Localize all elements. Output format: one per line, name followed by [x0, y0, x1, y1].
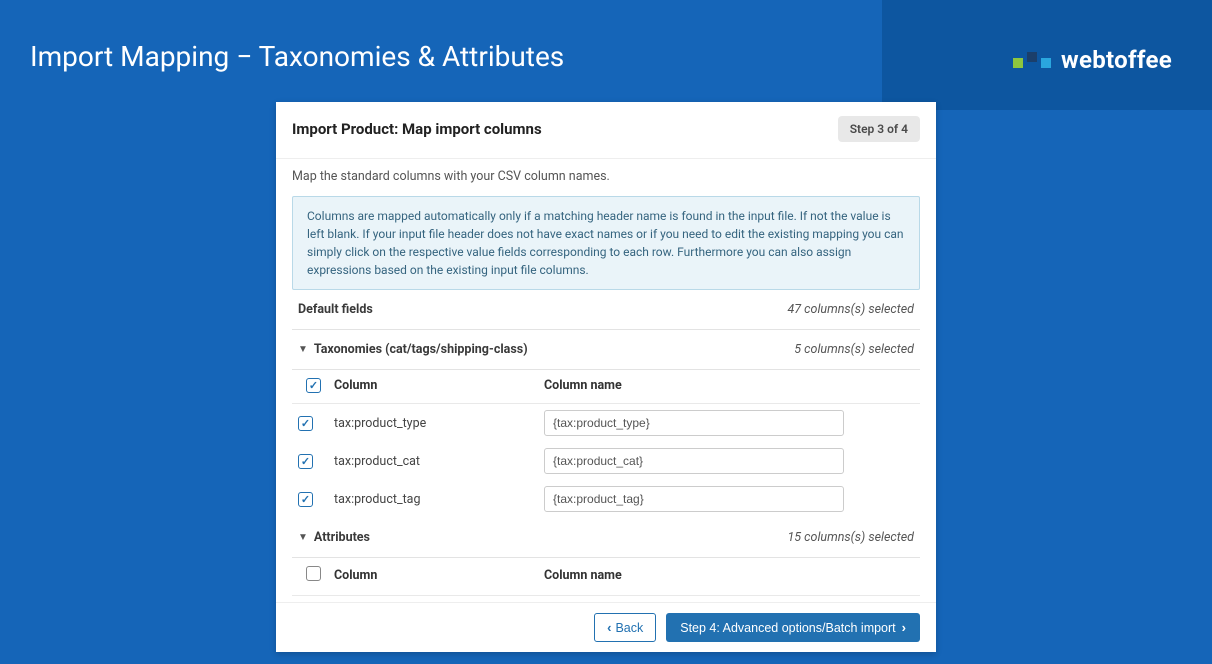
table-row: tax:product_tag: [292, 480, 920, 518]
section-attributes[interactable]: ▼ Attributes 15 columns(s) selected: [292, 518, 920, 558]
attributes-select-all-checkbox[interactable]: [306, 566, 321, 581]
back-button[interactable]: ‹ Back: [594, 613, 656, 642]
panel-footer: ‹ Back Step 4: Advanced options/Batch im…: [276, 602, 936, 652]
panel-header: Import Product: Map import columns Step …: [276, 102, 936, 159]
section-default-fields[interactable]: Default fields 47 columns(s) selected: [292, 294, 920, 330]
chevron-right-icon: ›: [902, 620, 906, 635]
section-attributes-count: 15 columns(s) selected: [787, 530, 914, 545]
brand-logo: webtoffee: [1013, 46, 1172, 74]
attributes-header-row: Column Column name: [292, 558, 920, 596]
row-checkbox[interactable]: [298, 416, 313, 431]
caret-down-icon: ▼: [298, 532, 308, 543]
panel-subtitle: Map the standard columns with your CSV c…: [276, 159, 936, 196]
row-value-input[interactable]: [544, 448, 844, 474]
caret-down-icon: ▼: [298, 344, 308, 355]
table-row: tax:product_type: [292, 404, 920, 442]
section-taxonomies-label: Taxonomies (cat/tags/shipping-class): [314, 342, 528, 357]
chevron-left-icon: ‹: [607, 620, 611, 635]
taxonomies-select-all-checkbox[interactable]: [306, 378, 321, 393]
row-value-input[interactable]: [544, 486, 844, 512]
taxonomies-header-column: Column: [334, 378, 544, 393]
row-label: tax:product_cat: [334, 454, 544, 469]
row-label: tax:product_type: [334, 416, 544, 431]
brand-logo-icon: [1013, 52, 1051, 68]
row-label: tax:product_tag: [334, 492, 544, 507]
section-default-count: 47 columns(s) selected: [787, 302, 914, 317]
slide-title: Import Mapping − Taxonomies & Attributes: [30, 40, 564, 73]
panel-title: Import Product: Map import columns: [292, 120, 542, 138]
next-button-label: Step 4: Advanced options/Batch import: [680, 621, 895, 635]
row-value-input[interactable]: [544, 410, 844, 436]
taxonomies-header-row: Column Column name: [292, 370, 920, 404]
attributes-header-column: Column: [334, 568, 544, 583]
section-taxonomies[interactable]: ▼ Taxonomies (cat/tags/shipping-class) 5…: [292, 330, 920, 370]
section-default-label: Default fields: [298, 302, 373, 317]
brand-name: webtoffee: [1061, 46, 1172, 74]
row-checkbox[interactable]: [298, 454, 313, 469]
next-button[interactable]: Step 4: Advanced options/Batch import ›: [666, 613, 920, 642]
import-panel: Import Product: Map import columns Step …: [276, 102, 936, 652]
info-box: Columns are mapped automatically only if…: [292, 196, 920, 290]
back-button-label: Back: [615, 621, 643, 635]
mapping-scroll-area: Default fields 47 columns(s) selected ▼ …: [276, 290, 936, 602]
attributes-header-name: Column name: [544, 568, 914, 583]
section-taxonomies-count: 5 columns(s) selected: [794, 342, 914, 357]
section-attributes-label: Attributes: [314, 530, 370, 545]
taxonomies-header-name: Column name: [544, 378, 914, 393]
table-row: tax:product_cat: [292, 442, 920, 480]
row-checkbox[interactable]: [298, 492, 313, 507]
step-badge: Step 3 of 4: [838, 116, 920, 142]
